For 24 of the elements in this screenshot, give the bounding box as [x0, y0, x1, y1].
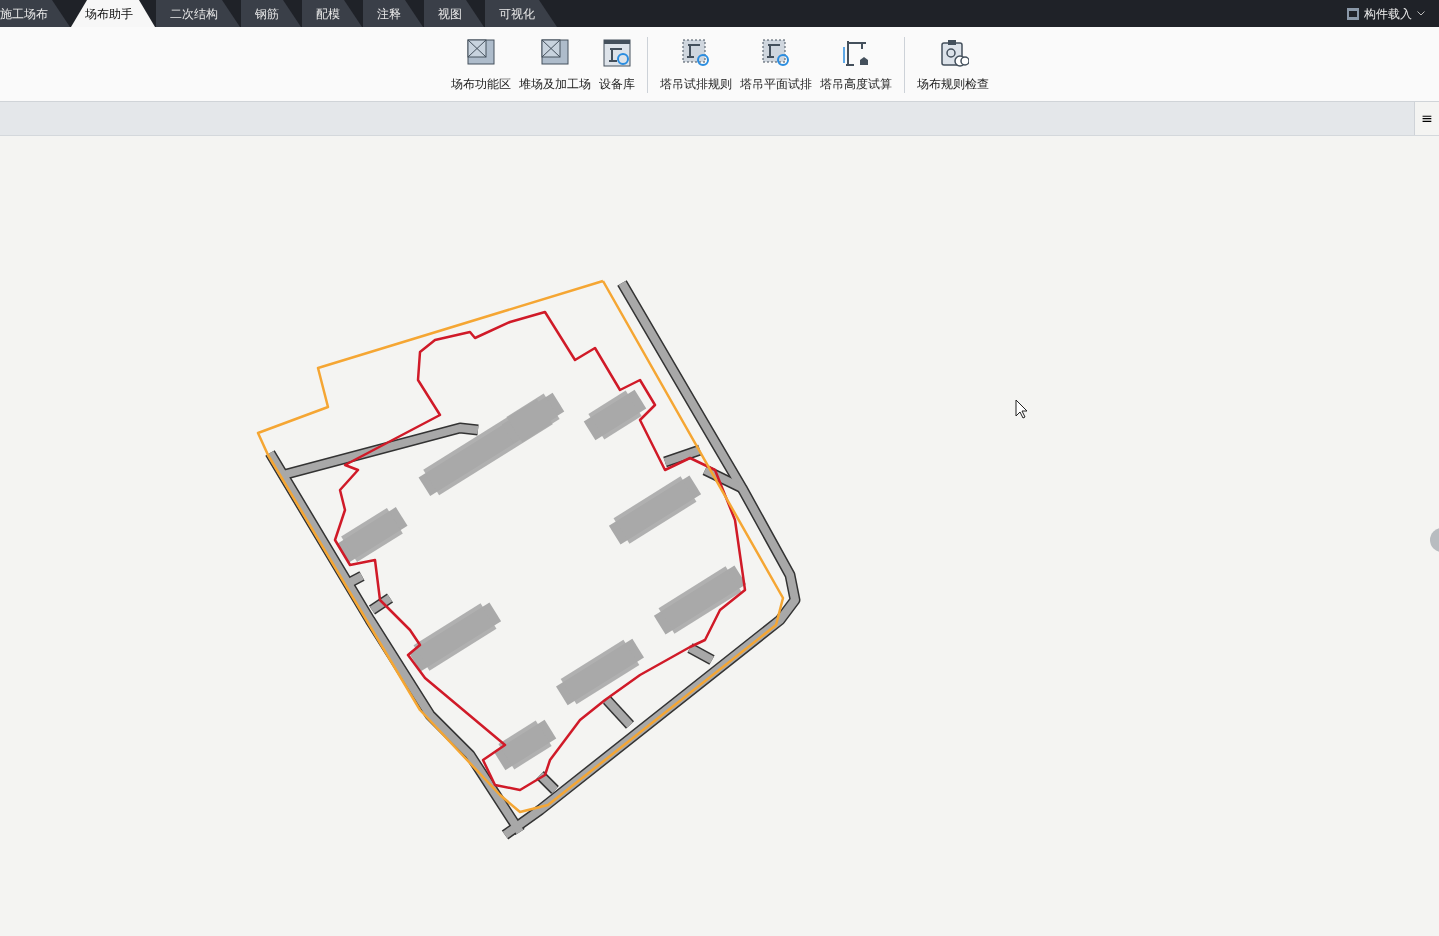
- toolbar-button[interactable]: 塔吊平面试排: [735, 27, 816, 101]
- cursor-icon: [1015, 399, 1028, 419]
- tool-icon: [679, 37, 712, 69]
- side-handle-icon[interactable]: [1430, 528, 1439, 552]
- toolbar-button[interactable]: 设备库: [594, 27, 639, 101]
- ribbon-tab[interactable]: 配模: [302, 0, 362, 27]
- ribbon-tab[interactable]: 钢筋: [241, 0, 301, 27]
- ribbon-tab[interactable]: 注释: [363, 0, 423, 27]
- ribbon-tab[interactable]: 视图: [424, 0, 484, 27]
- panel-menu-button[interactable]: ≡: [1414, 102, 1439, 135]
- ribbon-tab[interactable]: 施工场布: [0, 0, 70, 27]
- chevron-down-icon: [1417, 11, 1425, 16]
- toolbar-button[interactable]: 堆场及加工场: [514, 27, 595, 101]
- load-components-button[interactable]: 构件载入: [1341, 0, 1431, 27]
- tool-icon: [759, 37, 792, 69]
- ribbon-tab[interactable]: 场布助手: [71, 0, 155, 27]
- toolbar-button[interactable]: 塔吊试排规则: [655, 27, 736, 101]
- toolbar-button[interactable]: 场布功能区: [446, 27, 515, 101]
- toolbar-button[interactable]: 场布规则检查: [912, 27, 993, 101]
- ribbon-tab[interactable]: 二次结构: [156, 0, 240, 27]
- tool-icon: [600, 37, 633, 69]
- component-icon: [1347, 7, 1359, 20]
- toolbar-button[interactable]: 塔吊高度试算: [815, 27, 896, 101]
- ribbon-tab[interactable]: 可视化: [485, 0, 557, 27]
